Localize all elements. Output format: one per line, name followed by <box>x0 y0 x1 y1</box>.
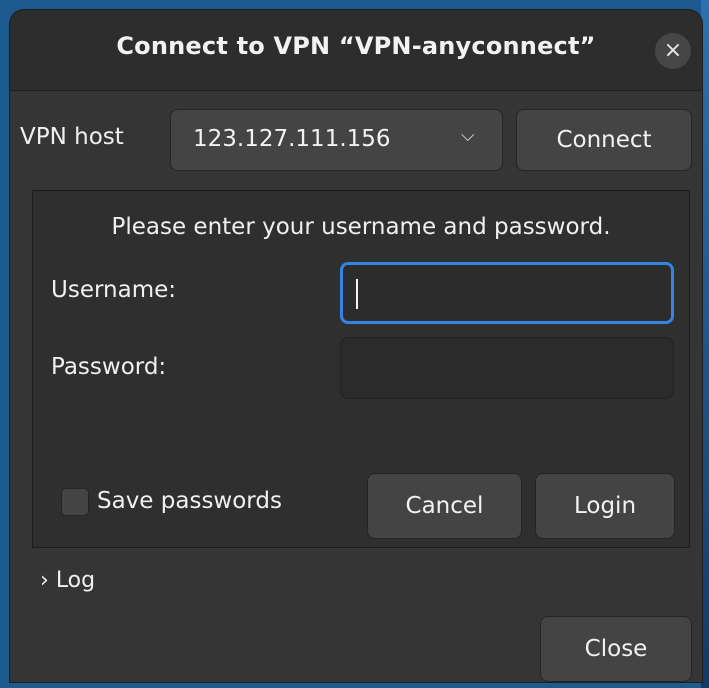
auth-panel: Please enter your username and password.… <box>32 190 690 548</box>
password-field[interactable] <box>340 337 674 399</box>
close-icon[interactable]: × <box>655 33 691 69</box>
text-caret <box>356 279 358 309</box>
log-expander[interactable]: › Log <box>40 568 95 593</box>
save-passwords-checkbox[interactable] <box>61 488 89 516</box>
password-label: Password: <box>51 354 167 380</box>
chevron-right-icon: › <box>40 568 49 593</box>
chevron-down-icon: ⌵ <box>461 125 475 146</box>
cancel-button[interactable]: Cancel <box>367 473 522 539</box>
vpn-host-label: VPN host <box>20 124 124 150</box>
dialog-title: Connect to VPN “VPN-anyconnect” <box>116 32 596 60</box>
username-field[interactable] <box>340 262 674 324</box>
desktop-background <box>701 0 709 688</box>
auth-prompt: Please enter your username and password. <box>111 214 611 240</box>
connect-button[interactable]: Connect <box>516 109 692 171</box>
username-label: Username: <box>51 277 176 303</box>
vpn-host-dropdown[interactable]: 123.127.111.156 ⌵ <box>170 109 503 171</box>
titlebar: Connect to VPN “VPN-anyconnect” × <box>10 10 702 91</box>
close-button[interactable]: Close <box>540 616 692 682</box>
log-label: Log <box>55 568 96 593</box>
vpn-host-value: 123.127.111.156 <box>193 126 391 152</box>
save-passwords-label[interactable]: Save passwords <box>97 488 282 514</box>
login-button[interactable]: Login <box>535 473 675 539</box>
vpn-connect-dialog: Connect to VPN “VPN-anyconnect” × VPN ho… <box>10 10 702 682</box>
